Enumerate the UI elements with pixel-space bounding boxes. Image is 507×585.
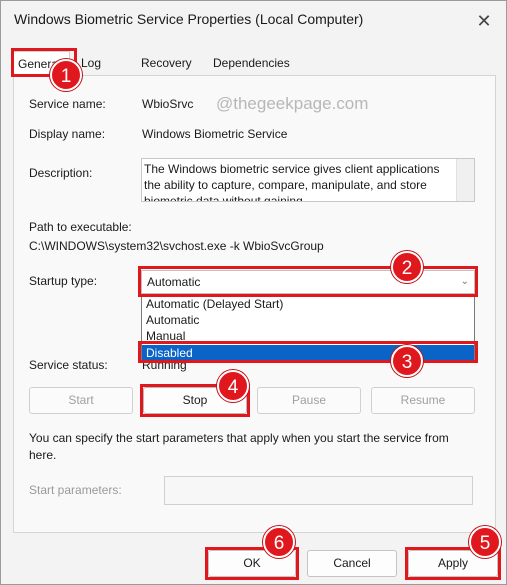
cancel-button[interactable]: Cancel (307, 550, 397, 577)
annotation-badge-5: 5 (469, 526, 501, 558)
startup-type-label: Startup type: (29, 274, 98, 288)
close-icon[interactable]: ✕ (470, 7, 498, 35)
path-value: C:\WINDOWS\system32\svchost.exe -k WbioS… (29, 239, 324, 253)
service-status-label: Service status: (29, 358, 108, 372)
service-name-value: WbioSrvc (142, 97, 194, 111)
title-bar: Windows Biometric Service Properties (Lo… (1, 1, 506, 41)
description-label: Description: (29, 166, 93, 180)
start-params-input[interactable] (164, 476, 473, 505)
properties-dialog: Windows Biometric Service Properties (Lo… (0, 0, 507, 585)
service-name-label: Service name: (29, 97, 106, 111)
start-params-label: Start parameters: (29, 483, 122, 497)
path-label: Path to executable: (29, 220, 132, 234)
annotation-badge-3: 3 (391, 345, 423, 377)
option-automatic[interactable]: Automatic (142, 312, 474, 328)
option-automatic-delayed[interactable]: Automatic (Delayed Start) (142, 296, 474, 312)
display-name-label: Display name: (29, 127, 106, 141)
watermark: @thegeekpage.com (216, 94, 369, 113)
annotation-badge-2: 2 (391, 251, 423, 283)
pause-button[interactable]: Pause (257, 387, 361, 414)
highlight-disabled-option (138, 341, 478, 363)
start-button[interactable]: Start (29, 387, 133, 414)
annotation-badge-4: 4 (217, 370, 249, 402)
annotation-badge-1: 1 (50, 59, 82, 91)
resume-button[interactable]: Resume (371, 387, 475, 414)
start-params-info: You can specify the start parameters tha… (29, 431, 449, 462)
annotation-badge-6: 6 (263, 526, 295, 558)
window-title: Windows Biometric Service Properties (Lo… (14, 11, 364, 27)
display-name-value: Windows Biometric Service (142, 127, 288, 141)
description-scrollbar[interactable] (456, 159, 474, 201)
tab-dependencies[interactable]: Dependencies (209, 51, 294, 75)
tab-recovery[interactable]: Recovery (137, 51, 196, 75)
highlight-startup-type (138, 266, 478, 297)
description-box[interactable]: The Windows biometric service gives clie… (141, 158, 475, 202)
description-text: The Windows biometric service gives clie… (144, 162, 440, 202)
